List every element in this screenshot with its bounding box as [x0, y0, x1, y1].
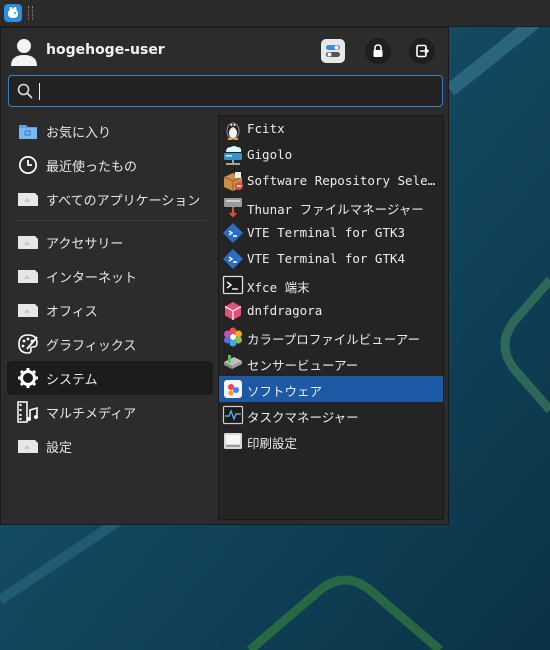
category-recent[interactable]: 最近使ったもの	[7, 148, 213, 182]
log-out-button[interactable]	[409, 38, 435, 64]
app-item-vte-gtk3[interactable]: VTE Terminal for GTK3	[219, 220, 443, 246]
category-separator	[13, 220, 207, 221]
category-label: システム	[46, 373, 98, 388]
category-label: 設定	[46, 441, 73, 456]
avatar	[11, 39, 37, 66]
app-label: Software Repository Selector	[247, 173, 439, 188]
favorites-folder-icon	[19, 125, 37, 139]
app-item-color-profile-viewer[interactable]: カラープロファイルビューアー	[219, 324, 443, 350]
lock-screen-button[interactable]	[365, 38, 391, 64]
app-label: ソフトウェア	[247, 384, 323, 399]
app-item-sensor-viewer[interactable]: センサービューアー	[219, 350, 443, 376]
cube-icon	[224, 302, 242, 320]
toggle-settings-icon	[326, 45, 340, 57]
app-label: VTE Terminal for GTK4	[247, 251, 406, 266]
app-item-fcitx[interactable]: Fcitx	[219, 116, 443, 142]
category-label: お気に入り	[46, 126, 112, 141]
category-multimedia[interactable]: マルチメディア	[7, 395, 213, 429]
category-label: 最近使ったもの	[46, 160, 138, 175]
panel-drag-handle[interactable]	[28, 6, 33, 20]
app-label: カラープロファイルビューアー	[247, 332, 421, 347]
app-item-thunar[interactable]: Thunar ファイルマネージャー	[219, 194, 443, 220]
generic-app-icon	[18, 304, 38, 317]
film-music-icon	[17, 401, 38, 423]
category-accessories[interactable]: アクセサリー	[7, 225, 213, 259]
app-label: 印刷設定	[247, 436, 298, 451]
gear-icon	[18, 368, 38, 388]
network-drive-icon	[224, 146, 242, 165]
category-graphics[interactable]: グラフィックス	[7, 327, 213, 361]
app-item-vte-gtk4[interactable]: VTE Terminal for GTK4	[219, 246, 443, 272]
search-icon	[17, 83, 33, 99]
logout-icon	[416, 44, 429, 58]
category-internet[interactable]: インターネット	[7, 259, 213, 293]
category-list: お気に入り 最近使ったもの すべてのアプリケーション アクセサリー インターネッ…	[7, 114, 213, 463]
category-all-applications[interactable]: すべてのアプリケーション	[7, 182, 213, 216]
app-item-gigolo[interactable]: Gigolo	[219, 142, 443, 168]
category-label: マルチメディア	[46, 407, 137, 422]
app-label: Fcitx	[247, 121, 285, 136]
search-box[interactable]	[8, 75, 443, 107]
user-header: hogehoge-user	[1, 28, 450, 74]
printer-icon	[224, 433, 242, 449]
application-menu: hogehoge-user お気に入り 最近使ったもの すべてのアプリケーション…	[0, 27, 449, 525]
generic-app-icon	[18, 270, 38, 283]
category-label: インターネット	[46, 271, 138, 286]
sensor-icon	[224, 355, 242, 369]
terminal-diamond-icon	[223, 249, 243, 269]
terminal-icon	[222, 275, 244, 295]
app-label: VTE Terminal for GTK3	[247, 225, 406, 240]
clock-icon	[19, 156, 37, 174]
text-cursor	[39, 83, 40, 100]
color-flower-icon	[224, 327, 242, 347]
category-office[interactable]: オフィス	[7, 293, 213, 327]
app-label: Xfce 端末	[247, 280, 310, 295]
username-label: hogehoge-user	[46, 42, 165, 58]
app-label: Thunar ファイルマネージャー	[247, 202, 424, 217]
search-input[interactable]	[43, 80, 427, 104]
app-label: dnfdragora	[247, 303, 323, 318]
xfce-mouse-icon	[8, 7, 18, 18]
app-item-task-manager[interactable]: タスクマネージャー	[219, 402, 443, 428]
app-item-dnfdragora[interactable]: dnfdragora	[219, 298, 443, 324]
task-manager-icon	[222, 405, 244, 425]
penguin-icon	[226, 122, 240, 140]
generic-app-icon	[18, 236, 38, 249]
terminal-diamond-icon	[223, 223, 243, 243]
generic-app-icon	[18, 440, 38, 453]
app-item-xfce-terminal[interactable]: Xfce 端末	[219, 272, 443, 298]
category-system[interactable]: システム	[7, 361, 213, 395]
category-settings[interactable]: 設定	[7, 429, 213, 463]
category-label: アクセサリー	[46, 237, 124, 252]
app-item-print-settings[interactable]: 印刷設定	[219, 428, 443, 454]
category-label: グラフィックス	[46, 339, 137, 354]
app-label: タスクマネージャー	[247, 410, 359, 425]
category-label: すべてのアプリケーション	[46, 194, 201, 209]
generic-app-icon	[18, 193, 38, 206]
software-icon	[224, 380, 242, 398]
package-icon	[223, 172, 243, 191]
category-favorites[interactable]: お気に入り	[7, 114, 213, 148]
lock-icon	[373, 44, 383, 57]
settings-manager-button[interactable]	[321, 39, 345, 63]
whisker-menu-button[interactable]	[4, 4, 22, 22]
palette-icon	[18, 334, 38, 354]
app-item-software-repository-selector[interactable]: Software Repository Selector	[219, 168, 443, 194]
app-label: Gigolo	[247, 147, 293, 162]
category-label: オフィス	[46, 305, 98, 320]
application-list: Fcitx Gigolo Software Repository Selecto…	[218, 115, 444, 520]
app-label: センサービューアー	[247, 358, 359, 373]
app-item-software[interactable]: ソフトウェア	[219, 376, 443, 402]
file-manager-icon	[224, 198, 242, 218]
top-panel	[0, 0, 550, 27]
